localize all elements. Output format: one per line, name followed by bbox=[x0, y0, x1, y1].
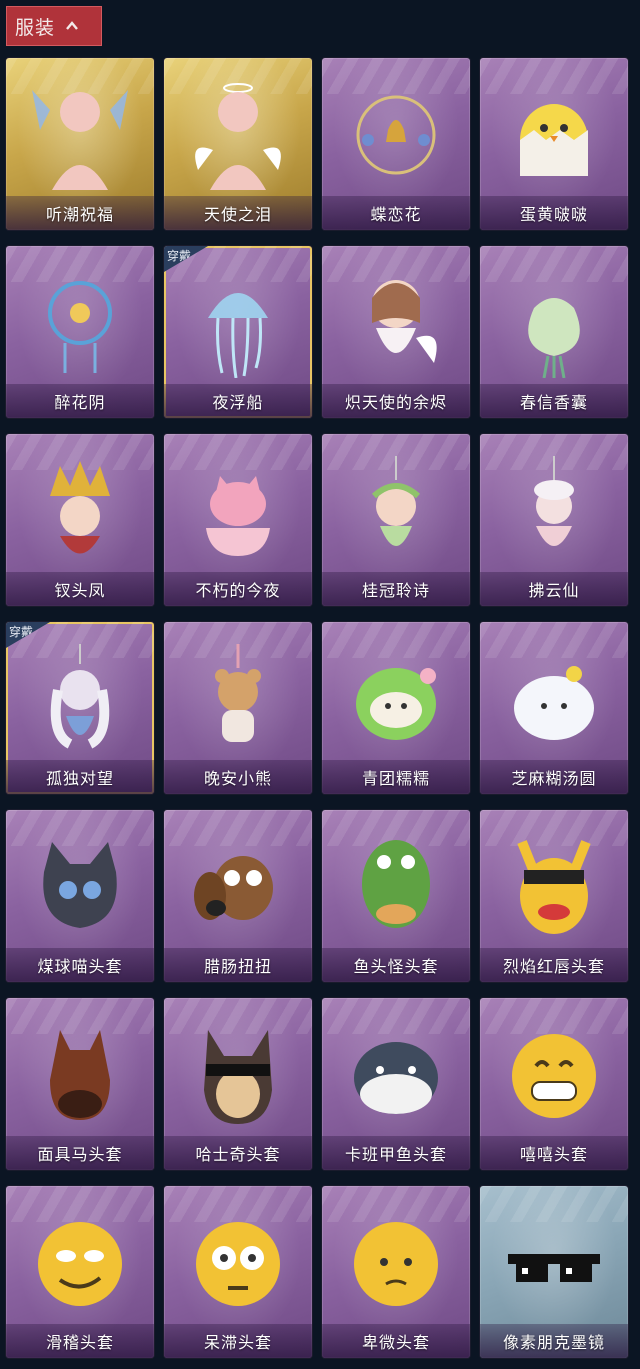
costume-name: 像素朋克墨镜 bbox=[480, 1324, 628, 1358]
costume-card[interactable]: 不朽的今夜 bbox=[164, 434, 312, 606]
costume-card[interactable]: 醉花阴 bbox=[6, 246, 154, 418]
costume-card[interactable]: 钗头凤 bbox=[6, 434, 154, 606]
costume-card[interactable]: 卡班甲鱼头套 bbox=[322, 998, 470, 1170]
costume-name: 面具马头套 bbox=[6, 1136, 154, 1170]
costume-card[interactable]: 天使之泪 bbox=[164, 58, 312, 230]
jellyfish-icon bbox=[208, 293, 268, 378]
costume-name: 煤球喵头套 bbox=[6, 948, 154, 982]
humble-emoji-mask-icon bbox=[354, 1222, 438, 1306]
costume-name: 孤独对望 bbox=[6, 760, 154, 794]
costume-card[interactable]: 听潮祝福 bbox=[6, 58, 154, 230]
pixel-sunglasses-icon bbox=[508, 1254, 600, 1282]
costume-name: 嘻嘻头套 bbox=[480, 1136, 628, 1170]
costume-name: 醉花阴 bbox=[6, 384, 154, 418]
costume-card[interactable]: 芝麻糊汤圆 bbox=[480, 622, 628, 794]
floral-dreamcatcher-icon bbox=[48, 281, 112, 373]
costume-card[interactable]: 鱼头怪头套 bbox=[322, 810, 470, 982]
costume-grid: 听潮祝福 天使之泪 蝶恋花 蛋黄啵啵醉花阴 夜浮船 穿戴 炽天使的余烬 春信香囊钗头凤 不朽的今… bbox=[0, 0, 640, 1369]
costume-card[interactable]: 嘻嘻头套 bbox=[480, 998, 628, 1170]
costume-name: 哈士奇头套 bbox=[164, 1136, 312, 1170]
angel-girl-figurine-icon bbox=[372, 280, 437, 363]
phoenix-crown-figurine-icon bbox=[50, 461, 110, 554]
costume-name: 芝麻糊汤圆 bbox=[480, 760, 628, 794]
costume-card[interactable]: 哈士奇头套 bbox=[164, 998, 312, 1170]
costume-card[interactable]: 烈焰红唇头套 bbox=[480, 810, 628, 982]
costume-name: 鱼头怪头套 bbox=[322, 948, 470, 982]
costume-name: 春信香囊 bbox=[480, 384, 628, 418]
smirk-emoji-mask-icon bbox=[38, 1222, 122, 1306]
costume-card[interactable]: 呆滞头套 bbox=[164, 1186, 312, 1358]
green-dumpling-icon bbox=[356, 668, 436, 740]
costume-name: 蛋黄啵啵 bbox=[480, 196, 628, 230]
costume-card[interactable]: 卑微头套 bbox=[322, 1186, 470, 1358]
white-dumpling-icon bbox=[514, 666, 594, 740]
penguin-fish-mask-icon bbox=[354, 1042, 438, 1114]
costume-name: 呆滞头套 bbox=[164, 1324, 312, 1358]
grin-emoji-mask-icon bbox=[512, 1034, 596, 1118]
costume-name: 晚安小熊 bbox=[164, 760, 312, 794]
costume-card[interactable]: 炽天使的余烬 bbox=[322, 246, 470, 418]
husky-mask-icon bbox=[204, 1030, 272, 1124]
costume-name: 滑稽头套 bbox=[6, 1324, 154, 1358]
costume-name: 夜浮船 bbox=[164, 384, 312, 418]
costume-name: 桂冠聆诗 bbox=[322, 572, 470, 606]
costume-card[interactable]: 像素朋克墨镜 bbox=[480, 1186, 628, 1358]
costume-name: 拂云仙 bbox=[480, 572, 628, 606]
costume-name: 天使之泪 bbox=[164, 196, 312, 230]
bell-wreath-charm-icon bbox=[356, 95, 436, 175]
costume-name: 卑微头套 bbox=[322, 1324, 470, 1358]
costume-card[interactable]: 青团糯糯 bbox=[322, 622, 470, 794]
silver-hair-doll-charm-icon bbox=[50, 644, 110, 749]
costume-card[interactable]: 蝶恋花 bbox=[322, 58, 470, 230]
costume-card[interactable]: 滑稽头套 bbox=[6, 1186, 154, 1358]
costume-card[interactable]: 晚安小熊 bbox=[164, 622, 312, 794]
costume-name: 卡班甲鱼头套 bbox=[322, 1136, 470, 1170]
teddy-bear-charm-icon bbox=[215, 644, 261, 742]
costume-card[interactable]: 春信香囊 bbox=[480, 246, 628, 418]
costume-card[interactable]: 孤独对望 穿戴 bbox=[6, 622, 154, 794]
costume-name: 蝶恋花 bbox=[322, 196, 470, 230]
costume-name: 烈焰红唇头套 bbox=[480, 948, 628, 982]
horse-mask-icon bbox=[50, 1030, 110, 1120]
costume-card[interactable]: 面具马头套 bbox=[6, 998, 154, 1170]
costume-card[interactable]: 蛋黄啵啵 bbox=[480, 58, 628, 230]
costume-name: 钗头凤 bbox=[6, 572, 154, 606]
costume-card[interactable]: 桂冠聆诗 bbox=[322, 434, 470, 606]
costume-card[interactable]: 腊肠扭扭 bbox=[164, 810, 312, 982]
costume-card[interactable]: 煤球喵头套 bbox=[6, 810, 154, 982]
sachet-pouch-icon bbox=[528, 298, 580, 378]
fish-head-mask-icon bbox=[362, 840, 430, 928]
mannequin-angel-wings-halo-icon bbox=[195, 83, 281, 190]
costume-name: 腊肠扭扭 bbox=[164, 948, 312, 982]
costume-name: 听潮祝福 bbox=[6, 196, 154, 230]
pink-cat-cup-icon bbox=[206, 476, 270, 556]
costume-name: 青团糯糯 bbox=[322, 760, 470, 794]
costume-name: 炽天使的余烬 bbox=[322, 384, 470, 418]
chick-in-eggshell-icon bbox=[520, 104, 588, 176]
mannequin-butterfly-wings-icon bbox=[32, 90, 128, 190]
dachshund-mask-icon bbox=[194, 856, 273, 920]
cloud-fairy-charm-icon bbox=[534, 456, 574, 546]
stare-emoji-mask-icon bbox=[196, 1222, 280, 1306]
yellow-lips-mask-icon bbox=[517, 840, 591, 934]
costume-name: 不朽的今夜 bbox=[164, 572, 312, 606]
black-cat-mask-icon bbox=[43, 842, 117, 928]
costume-card[interactable]: 拂云仙 bbox=[480, 434, 628, 606]
costume-card[interactable]: 夜浮船 穿戴 bbox=[164, 246, 312, 418]
laurel-fairy-charm-icon bbox=[371, 456, 421, 546]
